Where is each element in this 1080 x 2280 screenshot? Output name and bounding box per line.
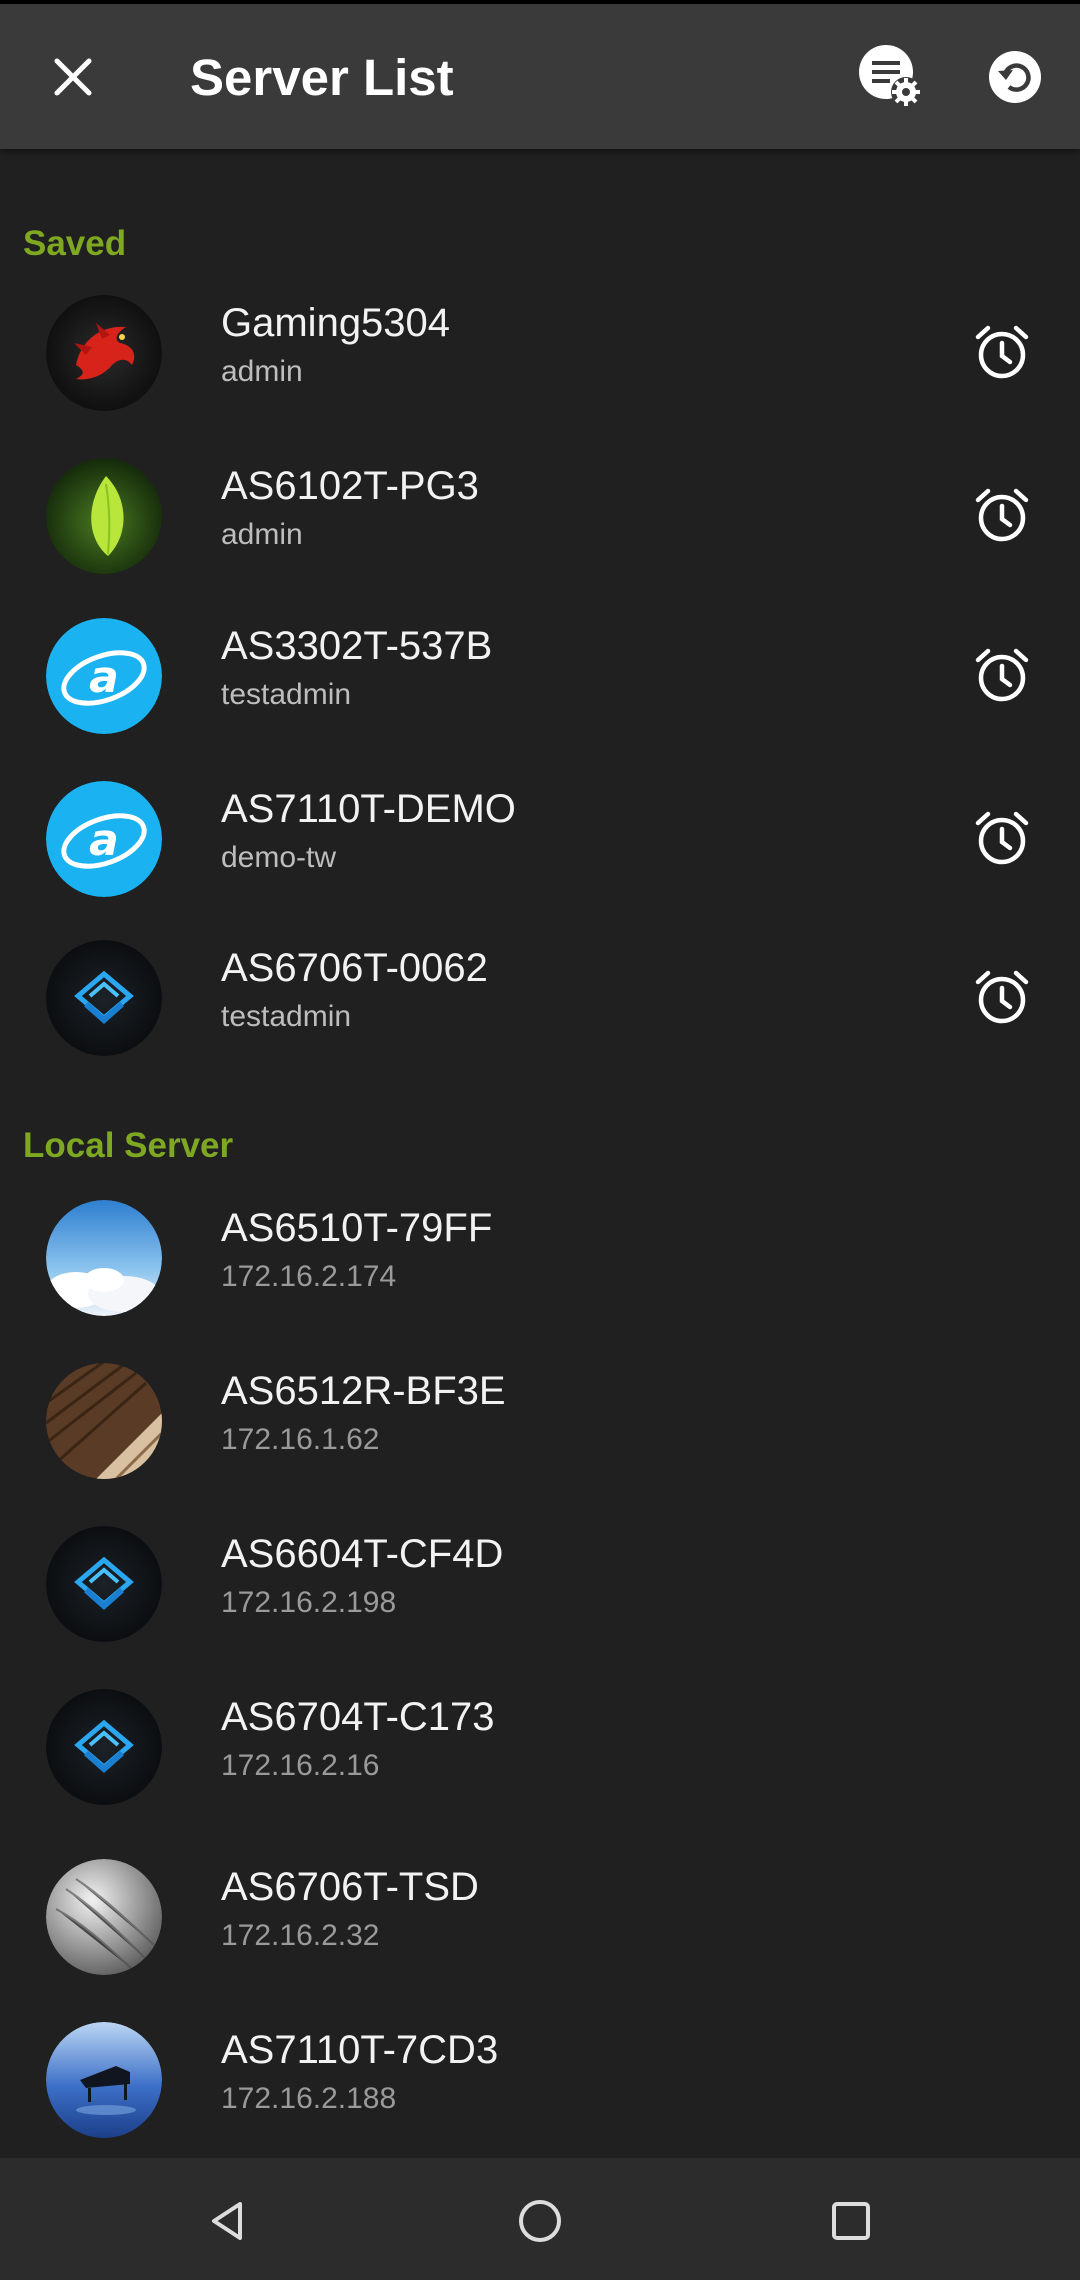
server-username: admin [221,355,303,388]
server-name: AS6604T-CF4D [221,1532,504,1576]
section-header-saved: Saved [23,224,127,263]
leaf-avatar-icon [46,458,162,574]
layers-logo-icon [46,1689,162,1805]
local-server-item[interactable]: AS6512R-BF3E 172.16.1.62 [0,1355,1080,1505]
saved-server-item[interactable]: Gaming5304 admin [0,287,1080,437]
server-ip: 172.16.2.16 [221,1749,380,1782]
saved-server-item[interactable]: a AS7110T-DEMO demo-tw [0,773,1080,923]
dragon-avatar-icon [46,295,162,411]
refresh-icon[interactable] [982,44,1048,110]
local-server-item[interactable]: AS6704T-C173 172.16.2.16 [0,1681,1080,1831]
local-server-item[interactable]: AS6510T-79FF 172.16.2.174 [0,1192,1080,1342]
svg-text:a: a [89,652,119,703]
server-name: AS7110T-DEMO [221,787,516,831]
server-avatar: a [46,781,162,897]
server-name: AS3302T-537B [221,624,493,668]
server-ip: 172.16.1.62 [221,1423,380,1456]
svg-text:a: a [89,815,119,866]
server-avatar [46,1363,162,1479]
server-avatar [46,1859,162,1975]
server-name: AS6706T-TSD [221,1865,479,1909]
layers-logo-icon [46,940,162,1056]
alarm-icon[interactable] [972,485,1032,545]
sky-avatar-icon [46,1200,162,1316]
wood-avatar-icon [46,1363,162,1479]
alarm-icon[interactable] [972,808,1032,868]
server-ip: 172.16.2.198 [221,1586,397,1619]
server-username: demo-tw [221,841,337,874]
server-avatar [46,940,162,1056]
alarm-icon[interactable] [972,967,1032,1027]
server-avatar [46,1689,162,1805]
back-icon[interactable] [204,2196,254,2246]
server-name: AS6706T-0062 [221,946,488,990]
server-username: testadmin [221,678,352,711]
server-username: admin [221,518,303,551]
server-avatar: a [46,618,162,734]
local-server-item[interactable]: AS6604T-CF4D 172.16.2.198 [0,1518,1080,1668]
server-username: testadmin [221,1000,352,1033]
server-ip: 172.16.2.174 [221,1260,397,1293]
server-avatar [46,1200,162,1316]
server-name: AS6704T-C173 [221,1695,495,1739]
recents-icon[interactable] [826,2196,876,2246]
local-server-item[interactable]: AS7110T-7CD3 172.16.2.188 [0,2014,1080,2164]
server-name: AS6510T-79FF [221,1206,493,1250]
asustor-logo-icon: a [46,781,162,897]
saved-server-item[interactable]: AS6706T-0062 testadmin [0,932,1080,1082]
server-ip: 172.16.2.32 [221,1919,380,1952]
alarm-icon[interactable] [972,322,1032,382]
server-name: AS6102T-PG3 [221,464,479,508]
home-icon[interactable] [515,2196,565,2246]
server-name: AS6512R-BF3E [221,1369,506,1413]
server-avatar [46,2022,162,2138]
server-name: AS7110T-7CD3 [221,2028,499,2072]
server-avatar [46,1526,162,1642]
feather-avatar-icon [46,1859,162,1975]
system-nav-bar [0,2158,1080,2280]
server-avatar [46,295,162,411]
asustor-logo-icon: a [46,618,162,734]
saved-server-item[interactable]: AS6102T-PG3 admin [0,450,1080,600]
close-icon[interactable] [40,44,106,110]
section-header-local: Local Server [23,1126,234,1165]
saved-server-item[interactable]: a AS3302T-537B testadmin [0,610,1080,760]
app-bar: Server List [0,4,1080,149]
alarm-icon[interactable] [972,645,1032,705]
piano-avatar-icon [46,2022,162,2138]
local-server-item[interactable]: AS6706T-TSD 172.16.2.32 [0,1851,1080,2001]
server-avatar [46,458,162,574]
layers-logo-icon [46,1526,162,1642]
server-name: Gaming5304 [221,301,451,345]
server-settings-icon[interactable] [856,42,926,112]
page-title: Server List [190,49,454,106]
server-ip: 172.16.2.188 [221,2082,397,2115]
